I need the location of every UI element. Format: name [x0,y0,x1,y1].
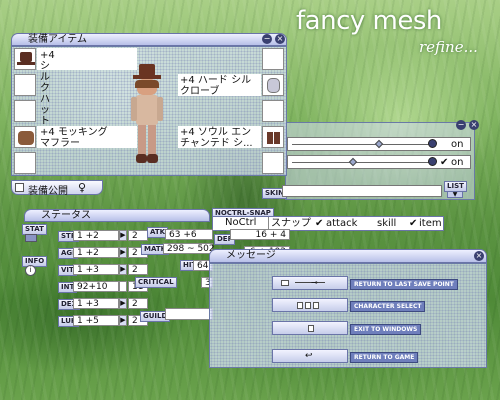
equip-label: +4 シルクハット [40,50,55,127]
skill-toggle[interactable]: skill [377,217,396,230]
glove-icon [267,78,280,93]
option-label: on [451,139,464,150]
skin-title: fancy mesh [296,6,442,36]
return-game-label[interactable]: RETURN TO GAME [350,352,419,363]
derived-stat-value: 63 +6 [165,229,213,240]
equip-slot[interactable] [14,126,36,148]
equipment-footer: 装備公開 ♀ [11,180,103,197]
equip-label: +4 ハード シル クローブ [180,75,252,97]
equip-slot[interactable] [262,100,284,122]
equip-slot[interactable] [262,74,284,96]
equip-slot[interactable] [262,48,284,70]
stat-cost: 2 [128,298,148,309]
character-select-label[interactable]: CHARACTER SELECT [350,301,426,312]
exit-windows-label[interactable]: EXIT TO WINDOWS [350,324,422,335]
stat-cost: 2 [128,230,148,241]
stat-up-arrow[interactable]: ▶ [119,247,127,258]
minimize-icon[interactable]: − [456,120,466,130]
radio-icon[interactable] [428,139,437,148]
equipment-titlebar[interactable]: 装備アイテム [11,33,287,46]
character-sprite [127,64,167,170]
stat-up-arrow[interactable]: ▶ [119,298,127,309]
message-titlebar[interactable]: メッセージ [209,249,487,263]
equip-label: +4 ソウル エン チャンテド シ... [180,127,253,149]
return-save-label[interactable]: RETURN TO LAST SAVE POINT [350,279,458,290]
public-button[interactable]: 装備公開 [28,182,68,197]
hat-icon [20,52,32,62]
skin-subtitle: refine... [419,38,478,56]
item-toggle[interactable]: item [419,217,442,230]
stat-value: 1 +3 [73,264,119,275]
return-save-button[interactable]: ⊸ [272,276,348,290]
status-titlebar[interactable]: ステータス [24,209,210,222]
stat-up-arrow[interactable]: ▶ [119,315,127,326]
stat-value: 1 +2 [73,230,119,241]
close-icon[interactable]: × [474,251,484,261]
check-icon: ✔ [409,218,418,229]
equip-slot[interactable] [262,152,284,174]
close-icon[interactable]: × [275,34,285,44]
stat-value: 1 +3 [73,298,119,309]
window-icon [308,325,314,332]
stat-value: 92+10 [73,281,119,292]
equip-slot[interactable] [14,100,36,122]
stat-value: 1 +2 [73,247,119,258]
slider-knob[interactable] [374,139,384,149]
radio-icon[interactable] [428,157,437,166]
checkbox[interactable] [15,183,24,192]
close-icon[interactable]: × [469,120,479,130]
stat-up-arrow[interactable]: ▶ [119,230,127,241]
attack-toggle[interactable]: attack [326,217,357,230]
chevron-down-icon[interactable]: ▼ [447,191,463,198]
equip-slot[interactable] [14,48,36,70]
stat-up-arrow[interactable]: ▶ [119,264,127,275]
check-icon: ✔ [315,218,324,229]
exit-windows-button[interactable] [272,321,348,335]
noctrl-label: NoCtrl [225,217,257,228]
stats-list: STR 1 +2 ▶ 2 AGI 1 +2 ▶ 2 VIT 1 +3 ▶ 2 I… [40,225,148,327]
slider-row[interactable]: ✔ on [287,155,471,169]
guild-field [165,308,213,320]
derived-stat-name: CRITICAL [135,277,177,288]
info-icon[interactable]: i [25,265,36,276]
gender-icon: ♀ [78,181,87,194]
slider-row[interactable]: on [287,137,471,151]
game-screen: fancy mesh refine... − × on ✔ on SKIN LI… [0,0,500,400]
option-label: on [451,157,464,168]
minimize-icon[interactable]: − [262,34,272,44]
options-sliders: on ✔ on [287,135,472,169]
message-title: メッセージ [226,250,276,261]
status-title: ステータス [41,210,91,221]
return-game-button[interactable]: ↩ [272,349,348,363]
equip-slot[interactable] [262,126,284,148]
check-icon: ✔ [440,157,449,168]
stat-cost: 2 [128,264,148,275]
equipment-title: 装備アイテム [28,34,87,45]
stat-value: 1 +5 [73,315,119,326]
def-value: 16 + 4 [230,229,290,240]
equip-slot[interactable] [14,152,36,174]
boots-icon [267,132,273,144]
skin-select[interactable] [282,185,442,197]
muffler-icon [18,131,34,145]
stat-up-arrow[interactable] [119,281,127,292]
equip-slot[interactable] [14,74,36,96]
derived-stat-value: 298 ~ 502 [163,243,215,254]
return-arrow-icon: ↩ [305,351,313,361]
character-select-button[interactable] [272,298,348,312]
slider-knob[interactable] [348,157,358,167]
key-icon: ⊸ [311,278,318,287]
character-icon [297,302,303,309]
equip-label: +4 モッキング マフラー [40,127,108,149]
